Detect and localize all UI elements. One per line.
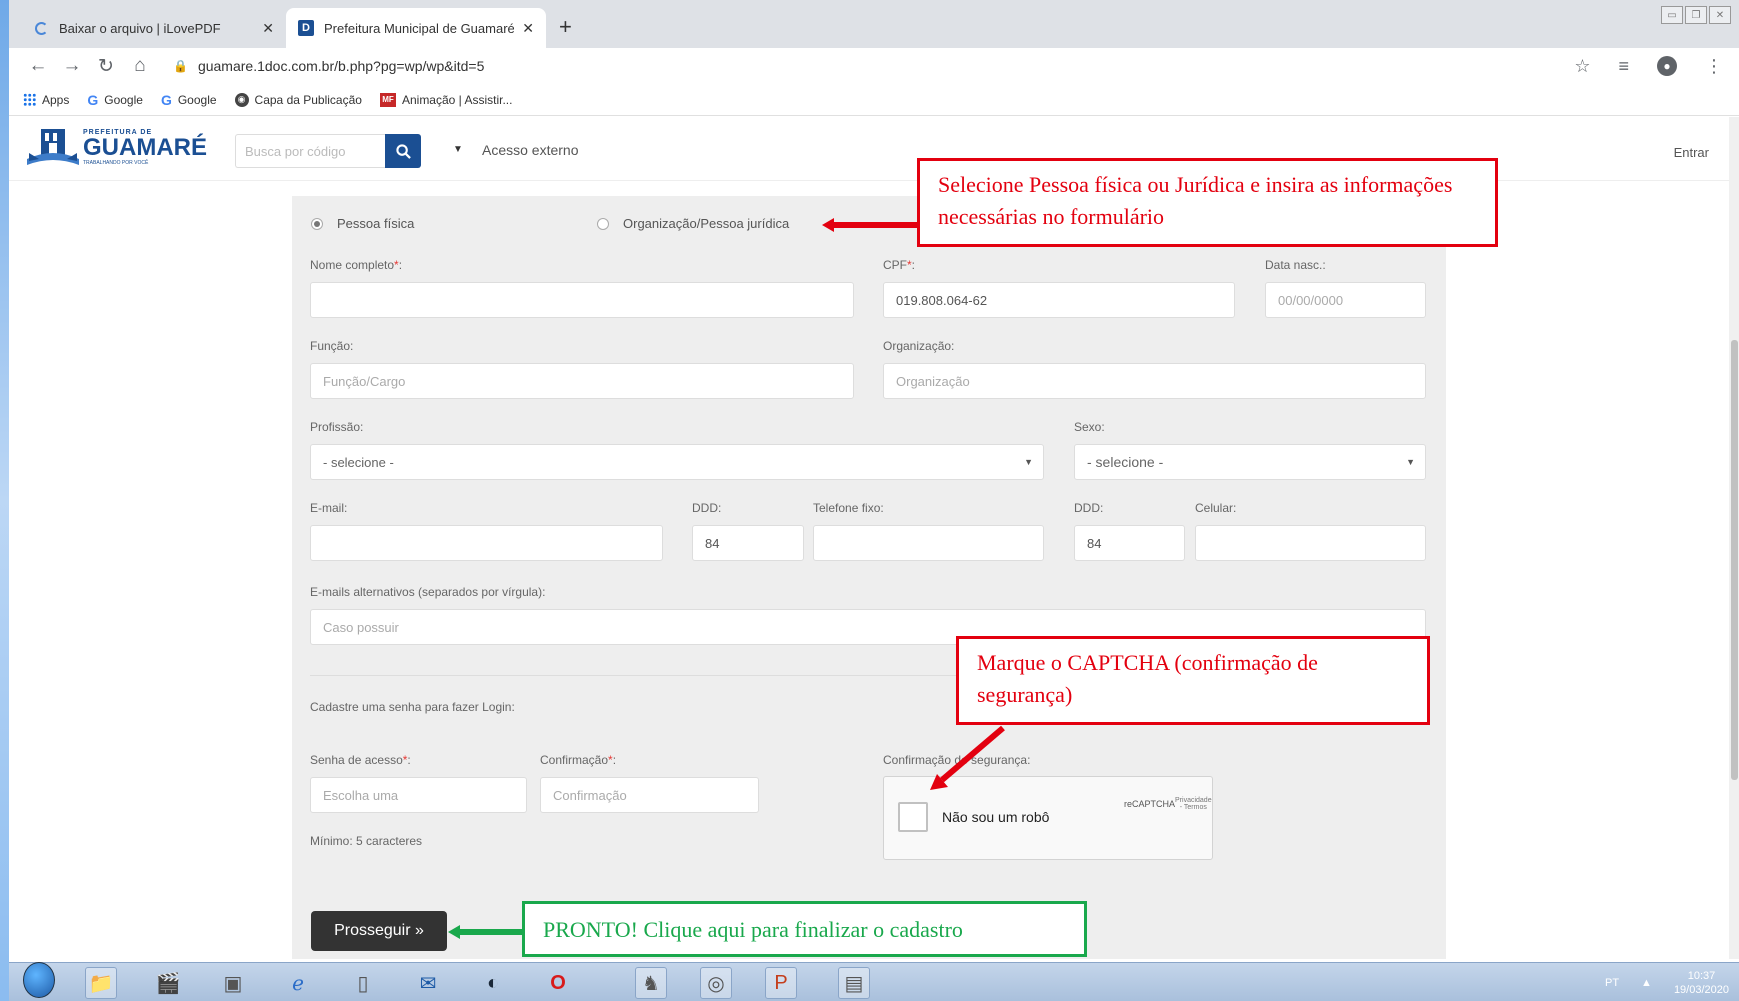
media-player-icon[interactable]: ▣: [217, 967, 249, 999]
chrome-icon[interactable]: ◎: [700, 967, 732, 999]
blank-document-icon[interactable]: ▯: [347, 967, 379, 999]
video-editor-icon[interactable]: 🎬: [152, 967, 184, 999]
windows-taskbar: 📁 🎬 ▣ ℯ ▯ ✉ ◐ O ♞ ◎ P ▤ PT ▲ 10:37 19/03…: [9, 962, 1739, 1001]
clock[interactable]: 10:37 19/03/2020: [1674, 969, 1729, 997]
clock-date: 19/03/2020: [1673, 984, 1729, 996]
steam-icon[interactable]: ◐: [477, 967, 509, 999]
powerpoint-icon[interactable]: P: [765, 967, 797, 999]
internet-explorer-icon[interactable]: ℯ: [282, 967, 314, 999]
game-icon[interactable]: ♞: [635, 967, 667, 999]
start-orb-icon[interactable]: [23, 962, 55, 998]
tray-up-arrow-icon[interactable]: ▲: [1641, 977, 1652, 989]
system-tray: PT ▲ 10:37 19/03/2020: [1605, 969, 1729, 997]
file-explorer-icon[interactable]: 📁: [85, 967, 117, 999]
annotation-arrows: [448, 218, 1005, 939]
clock-time: 10:37: [1687, 970, 1716, 982]
language-indicator[interactable]: PT: [1605, 977, 1619, 989]
arrow-to-button-icon: [448, 925, 522, 939]
arrow-to-radio-icon: [822, 218, 917, 232]
opera-icon[interactable]: O: [542, 967, 574, 999]
arrow-to-captcha-icon: [930, 725, 1005, 790]
email-icon[interactable]: ✉: [412, 967, 444, 999]
presentation-window-icon[interactable]: ▤: [838, 967, 870, 999]
